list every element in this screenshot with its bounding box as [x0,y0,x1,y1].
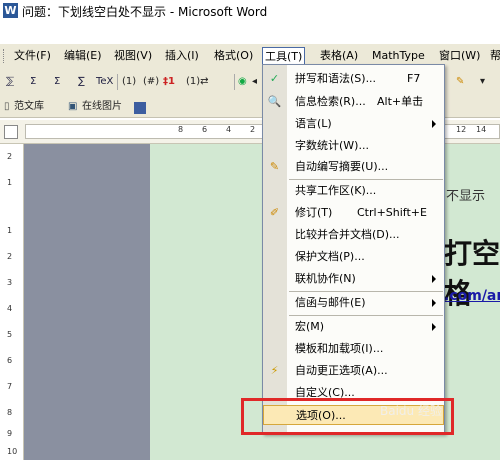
autosummary-icon: ✎ [269,160,280,173]
update-numbers-icon[interactable]: (1)⇄ [186,73,209,91]
menu-item-shared-workspace[interactable]: 共享工作区(K)... [263,181,444,201]
ruler-mark: 12 [456,125,467,134]
sum-icon-2[interactable]: Σ [30,73,36,91]
toolbar-separator [234,74,235,90]
menu-item-macro[interactable]: 宏(M) [263,317,444,337]
section-break-icon[interactable]: ‡1 [163,73,175,91]
ruler-mark: 6 [202,125,208,134]
toolbar-grip[interactable] [3,49,6,63]
tab-selector-icon[interactable] [4,125,18,139]
menu-insert[interactable]: 插入(I) [163,48,201,65]
submenu-arrow-icon [432,120,436,128]
word-logo-icon: W [3,3,18,18]
document-text-line: 不显示 [446,189,486,204]
track-changes-icon: ✐ [269,206,280,219]
toolbar-separator [117,74,118,90]
document-link[interactable]: .com/art [444,288,500,304]
vruler-mark: 1 [7,178,13,187]
online-image-button[interactable]: 在线图片 [82,98,122,116]
menu-separator [289,179,443,180]
globe-icon[interactable]: ◉ [238,73,247,91]
menu-item-autosummarize[interactable]: ✎ 自动编写摘要(U)... [263,157,444,177]
sum-icon-1[interactable]: ⅀ [6,73,14,91]
document-margin [24,144,150,460]
title-bar: W 问题：下划线空白处不显示 - Microsoft Word [0,0,500,22]
menu-table[interactable]: 表格(A) [318,48,360,65]
vruler-mark: 1 [7,226,13,235]
vruler-mark: 5 [7,330,13,339]
ruler-mark: 8 [178,125,184,134]
sum-icon-4[interactable]: ∑ [78,73,85,91]
menu-item-compare-merge[interactable]: 比较并合并文档(D)... [263,225,444,245]
menu-edit[interactable]: 编辑(E) [62,48,104,65]
sum-icon-3[interactable]: Σ [54,73,60,91]
ruler-mark: 2 [250,125,256,134]
brush-icon[interactable]: ✎ [456,73,464,91]
vruler-mark: 4 [7,304,13,313]
autocorrect-icon: ⚡ [270,364,279,377]
toolbar-dropdown-icon[interactable] [134,102,146,114]
fanwenku-button[interactable]: 范文库 [14,98,44,116]
submenu-arrow-icon [432,275,436,283]
menu-help[interactable]: 帮 [488,48,500,65]
image-icon[interactable]: ▣ [68,98,77,116]
insert-reference-icon[interactable]: (#) [143,73,159,91]
menu-mathtype[interactable]: MathType [370,48,427,65]
ruler-mark: 4 [226,125,232,134]
menu-format[interactable]: 格式(O) [212,48,255,65]
equation-number-icon[interactable]: (1) [122,73,136,91]
menu-separator [289,291,443,292]
arrow-left-icon[interactable]: ◂ [252,73,257,91]
vruler-mark: 10 [7,447,18,456]
submenu-arrow-icon [432,299,436,307]
menu-item-protect-document[interactable]: 保护文档(P)... [263,247,444,267]
menu-separator [289,315,443,316]
watermark: Baidu 经验 [380,404,442,418]
vruler-mark: 9 [7,429,13,438]
tex-icon[interactable]: TeX [96,73,113,91]
vruler-mark: 7 [7,382,13,391]
menu-item-word-count[interactable]: 字数统计(W)... [263,136,444,156]
menu-item-language[interactable]: 语言(L) [263,114,444,134]
vruler-mark: 2 [7,152,13,161]
menu-item-online-collaboration[interactable]: 联机协作(N) [263,269,444,289]
spelling-icon: ✓ [269,72,280,85]
menu-window[interactable]: 窗口(W) [437,48,482,65]
menu-item-templates-addins[interactable]: 模板和加载项(I)... [263,339,444,359]
vruler-mark: 8 [7,408,13,417]
vruler-mark: 6 [7,356,13,365]
tools-menu-dropdown: ✓ 拼写和语法(S)... F7 🔍 信息检索(R)... Alt+单击 语言(… [262,64,445,434]
menu-item-track-changes[interactable]: ✐ 修订(T) Ctrl+Shift+E [263,203,444,223]
ruler-mark: 14 [476,125,487,134]
vruler-mark: 3 [7,278,13,287]
menu-view[interactable]: 视图(V) [112,48,154,65]
page-icon[interactable]: ▯ [4,98,10,116]
vruler-mark: 2 [7,252,13,261]
menu-item-autocorrect-options[interactable]: ⚡ 自动更正选项(A)... [263,361,444,381]
research-icon: 🔍 [267,95,282,108]
menu-item-research[interactable]: 🔍 信息检索(R)... Alt+单击 [263,92,444,112]
menu-item-spelling[interactable]: ✓ 拼写和语法(S)... F7 [263,69,444,89]
window-title: 问题：下划线空白处不显示 - Microsoft Word [22,5,268,19]
menu-item-letters-mailings[interactable]: 信函与邮件(E) [263,293,444,313]
submenu-arrow-icon [432,323,436,331]
vertical-ruler[interactable]: 2 1 1 2 3 4 5 6 7 8 9 10 [0,144,24,460]
toolbar-options-icon[interactable]: ▾ [480,73,485,91]
menu-file[interactable]: 文件(F) [12,48,53,65]
